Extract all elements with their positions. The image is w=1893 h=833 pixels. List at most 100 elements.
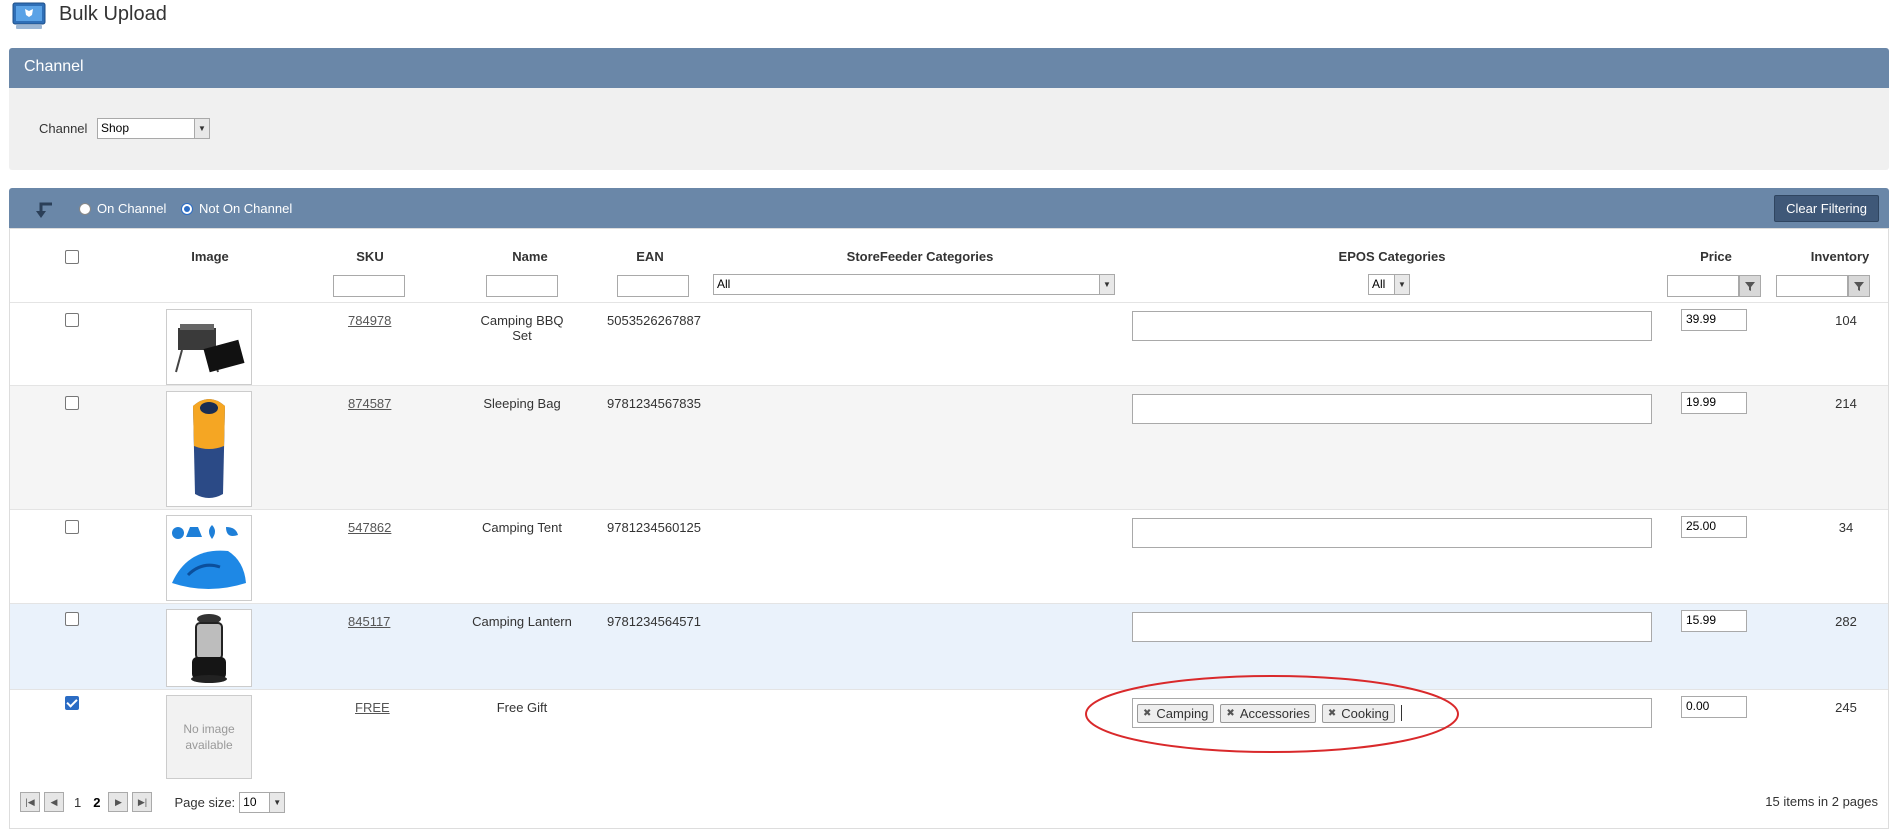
radio-not-on-channel-dot[interactable] [181, 202, 193, 215]
chevron-down-icon: ▼ [194, 119, 209, 138]
products-grid: Image SKU Name EAN StoreFeeder Categorie… [9, 228, 1889, 829]
table-row[interactable]: 874587 Sleeping Bag 9781234567835 19.99 … [10, 385, 1888, 510]
prev-page-button[interactable]: ◀ [44, 792, 64, 812]
sku-filter-input[interactable] [333, 275, 405, 297]
table-row[interactable]: No image available FREE Free Gift ✖ Campi… [10, 689, 1888, 780]
chevron-down-icon: ▼ [1099, 275, 1114, 294]
sku-link[interactable]: 874587 [348, 396, 391, 411]
return-arrow-icon[interactable] [35, 201, 55, 219]
channel-select[interactable]: Shop ▼ [97, 118, 210, 139]
page-number-current[interactable]: 2 [93, 795, 100, 810]
radio-not-on-channel-label: Not On Channel [199, 201, 293, 216]
column-header-name[interactable]: Name [490, 249, 570, 264]
product-name: Camping Tent [482, 520, 562, 535]
radio-on-channel-label: On Channel [97, 201, 167, 216]
price-input[interactable]: 19.99 [1681, 392, 1747, 414]
sku-link[interactable]: FREE [355, 700, 390, 715]
ean-value: 5053526267887 [607, 313, 701, 328]
product-name: Sleeping Bag [483, 396, 561, 411]
row-checkbox[interactable] [65, 396, 79, 410]
sku-link[interactable]: 845117 [348, 614, 390, 629]
filter-icon [1745, 282, 1755, 291]
ean-value: 9781234564571 [607, 614, 701, 629]
column-header-sku[interactable]: SKU [340, 249, 400, 264]
row-checkbox[interactable] [65, 696, 79, 710]
row-checkbox[interactable] [65, 612, 79, 626]
table-row[interactable]: 784978 Camping BBQ Set 5053526267887 39.… [10, 302, 1888, 386]
chevron-down-icon: ▼ [1394, 275, 1409, 294]
channel-panel-header: Channel [9, 48, 1889, 88]
row-checkbox[interactable] [65, 313, 79, 327]
epos-category-filter[interactable]: All ▼ [1368, 274, 1410, 295]
inventory-value: 214 [1835, 396, 1857, 411]
name-filter-input[interactable] [486, 275, 558, 297]
page-number[interactable]: 1 [74, 795, 81, 810]
storefeeder-category-filter[interactable]: All ▼ [713, 274, 1115, 295]
no-image-text: No image available [183, 722, 235, 752]
product-image-bbq [166, 309, 252, 385]
channel-select-value: Shop [101, 121, 130, 135]
epos-categories-input[interactable] [1132, 612, 1652, 642]
page-size-label: Page size: [174, 794, 236, 810]
ean-filter-input[interactable] [617, 275, 689, 297]
column-header-storefeeder-categories[interactable]: StoreFeeder Categories [810, 249, 1030, 264]
product-name: Free Gift [496, 700, 548, 715]
ean-value: 9781234567835 [607, 396, 701, 411]
sku-link[interactable]: 784978 [348, 313, 391, 328]
price-filter-input[interactable] [1667, 275, 1739, 297]
last-page-button[interactable]: ▶| [132, 792, 153, 812]
annotation-ellipse [1085, 675, 1459, 753]
product-name: Camping Lantern [472, 614, 572, 629]
epos-filter-value: All [1372, 277, 1386, 291]
channel-label: Channel [39, 121, 88, 136]
inventory-value: 104 [1835, 313, 1857, 328]
product-image-lantern [166, 609, 252, 687]
radio-on-channel-dot[interactable] [79, 202, 91, 215]
inventory-value: 34 [1838, 520, 1854, 535]
ean-value: 9781234560125 [607, 520, 701, 535]
chevron-down-icon: ▼ [269, 792, 285, 812]
column-header-inventory[interactable]: Inventory [1792, 249, 1888, 264]
items-count: 15 items in 2 pages [1765, 794, 1878, 809]
column-header-image[interactable]: Image [170, 249, 250, 264]
first-page-button[interactable]: |◀ [20, 792, 40, 812]
next-page-button[interactable]: ▶ [108, 792, 129, 812]
sku-link[interactable]: 547862 [348, 520, 391, 535]
inventory-value: 245 [1835, 700, 1857, 715]
product-image-placeholder: No image available [166, 695, 252, 779]
product-image-sleeping-bag [166, 391, 252, 507]
filter-icon [1854, 282, 1864, 291]
pager: |◀ ◀ 1 2 ▶ ▶| Page size: 10 ▼ [20, 791, 286, 813]
product-name: Camping BBQ Set [480, 313, 564, 343]
row-checkbox[interactable] [65, 520, 79, 534]
table-row[interactable]: 547862 Camping Tent 9781234560125 25.00 … [10, 509, 1888, 604]
epos-categories-input[interactable] [1132, 518, 1652, 548]
epos-categories-input[interactable] [1132, 394, 1652, 424]
inventory-value: 282 [1835, 614, 1857, 629]
inventory-filter-button[interactable] [1848, 275, 1870, 297]
column-header-epos-categories[interactable]: EPOS Categories [1292, 249, 1492, 264]
price-input[interactable]: 15.99 [1681, 610, 1747, 632]
price-input[interactable]: 25.00 [1681, 516, 1747, 538]
column-header-ean[interactable]: EAN [620, 249, 680, 264]
storefeeder-filter-value: All [717, 277, 731, 291]
inventory-filter-input[interactable] [1776, 275, 1848, 297]
radio-not-on-channel[interactable]: Not On Channel [181, 201, 292, 216]
price-input[interactable]: 0.00 [1681, 696, 1747, 718]
title-bar: Bulk Upload [0, 0, 1893, 40]
table-row[interactable]: 845117 Camping Lantern 9781234564571 15.… [10, 603, 1888, 690]
clear-filtering-button[interactable]: Clear Filtering [1774, 195, 1879, 222]
price-filter-button[interactable] [1739, 275, 1761, 297]
page-title: Bulk Upload [59, 3, 167, 25]
channel-panel-title: Channel [24, 58, 84, 75]
monitor-icon [12, 2, 46, 29]
page-size-value: 10 [243, 794, 257, 809]
page-size-select[interactable]: 10 ▼ [239, 791, 286, 813]
select-all-checkbox[interactable] [65, 250, 79, 264]
epos-categories-input[interactable] [1132, 311, 1652, 341]
column-header-price[interactable]: Price [1682, 249, 1750, 264]
price-input[interactable]: 39.99 [1681, 309, 1747, 331]
channel-panel-body: Channel Shop ▼ [9, 88, 1889, 170]
radio-on-channel[interactable]: On Channel [79, 201, 166, 216]
grid-toolbar: On Channel Not On Channel Clear Filterin… [9, 188, 1889, 228]
